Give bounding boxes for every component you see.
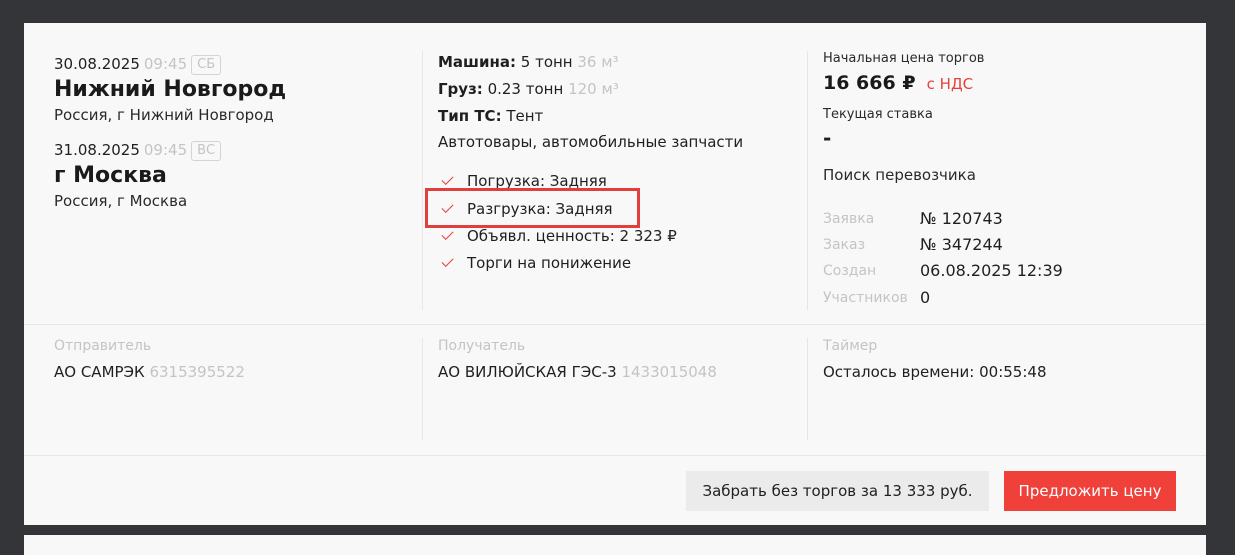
delivery-city: г Москва	[54, 163, 167, 188]
pickup-address: Россия, г Нижний Новгород	[54, 106, 274, 124]
feature-item: Торги на понижение	[438, 254, 631, 272]
order-card: 30.08.2025 09:45 СБ Нижний Новгород Россия…	[24, 23, 1206, 525]
goods-description: Автотовары, автомобильные запчасти	[438, 133, 744, 151]
sender-inn: 6315395522	[149, 363, 245, 381]
meta-key-created: Создан	[823, 263, 877, 279]
check-icon	[441, 172, 454, 186]
pickup-time: 09:45	[143, 55, 188, 73]
current-bid-label: Текущая ставка	[823, 107, 933, 122]
check-icon	[441, 254, 454, 268]
vehicle-spec: Машина: 5 тонн 36 м³	[438, 53, 619, 71]
feature-label: Объявл. ценность: 2 323 ₽	[467, 227, 677, 245]
timer-label: Таймер	[823, 338, 878, 354]
column-divider	[807, 338, 808, 440]
order-status: Поиск перевозчика	[823, 166, 976, 184]
cargo-spec: Груз: 0.23 тонн 120 м³	[438, 80, 619, 98]
pickup-city: Нижний Новгород	[54, 77, 287, 102]
feature-label: Торги на понижение	[467, 254, 632, 272]
vehicle-volume: 36 м³	[577, 53, 619, 71]
take-without-bidding-button[interactable]: Забрать без торгов за 13 333 руб.	[686, 471, 989, 511]
start-price-label: Начальная цена торгов	[823, 51, 985, 66]
receiver-info: АО ВИЛЮЙСКАЯ ГЭС-3 1433015048	[438, 363, 717, 381]
timer-value: Осталось времени: 00:55:48	[823, 363, 1047, 381]
column-divider	[422, 51, 423, 310]
meta-value-created: 06.08.2025 12:39	[920, 261, 1063, 280]
receiver-inn: 1433015048	[621, 363, 717, 381]
sender-label: Отправитель	[54, 338, 152, 354]
delivery-day-badge: ВС	[191, 141, 222, 161]
meta-value-participants: 0	[920, 288, 931, 307]
meta-key-participants: Участников	[823, 290, 908, 306]
ts-type-spec: Тип ТС: Тент	[438, 107, 543, 125]
meta-value-request: № 120743	[920, 209, 1003, 228]
meta-key-order: Заказ	[823, 237, 866, 253]
highlight-box	[425, 188, 640, 228]
section-divider	[24, 455, 1206, 456]
delivery-datetime: 31.08.2025 09:45 ВС	[54, 141, 222, 161]
meta-key-request: Заявка	[823, 211, 875, 227]
cargo-label: Груз:	[438, 80, 483, 98]
current-bid-value: -	[823, 126, 832, 150]
receiver-name: АО ВИЛЮЙСКАЯ ГЭС-3	[438, 363, 617, 381]
vehicle-label: Машина:	[438, 53, 516, 71]
delivery-address: Россия, г Москва	[54, 192, 188, 210]
meta-value-order: № 347244	[920, 235, 1003, 254]
delivery-date: 31.08.2025	[54, 141, 140, 159]
pickup-date: 30.08.2025	[54, 55, 140, 73]
pickup-day-badge: СБ	[191, 55, 222, 75]
delivery-time: 09:45	[143, 141, 188, 159]
vehicle-value: 5 тонн	[520, 53, 573, 71]
cargo-volume: 120 м³	[568, 80, 619, 98]
feature-item: Объявл. ценность: 2 323 ₽	[438, 227, 677, 245]
start-price: 16 666 ₽	[823, 72, 916, 94]
ts-type-label: Тип ТС:	[438, 107, 502, 125]
sender-info: АО САМРЭК 6315395522	[54, 363, 245, 381]
pickup-datetime: 30.08.2025 09:45 СБ	[54, 55, 222, 75]
ts-type-value: Тент	[506, 107, 544, 125]
offer-price-button[interactable]: Предложить цену	[1004, 471, 1176, 511]
section-divider	[24, 324, 1206, 325]
cargo-value: 0.23 тонн	[487, 80, 564, 98]
start-price-row: 16 666 ₽ с НДС	[823, 72, 973, 94]
check-icon	[441, 227, 454, 241]
receiver-label: Получатель	[438, 338, 526, 354]
vat-label: с НДС	[926, 75, 974, 93]
column-divider	[807, 51, 808, 310]
sender-name: АО САМРЭК	[54, 363, 145, 381]
next-order-card	[24, 535, 1206, 555]
column-divider	[422, 338, 423, 440]
